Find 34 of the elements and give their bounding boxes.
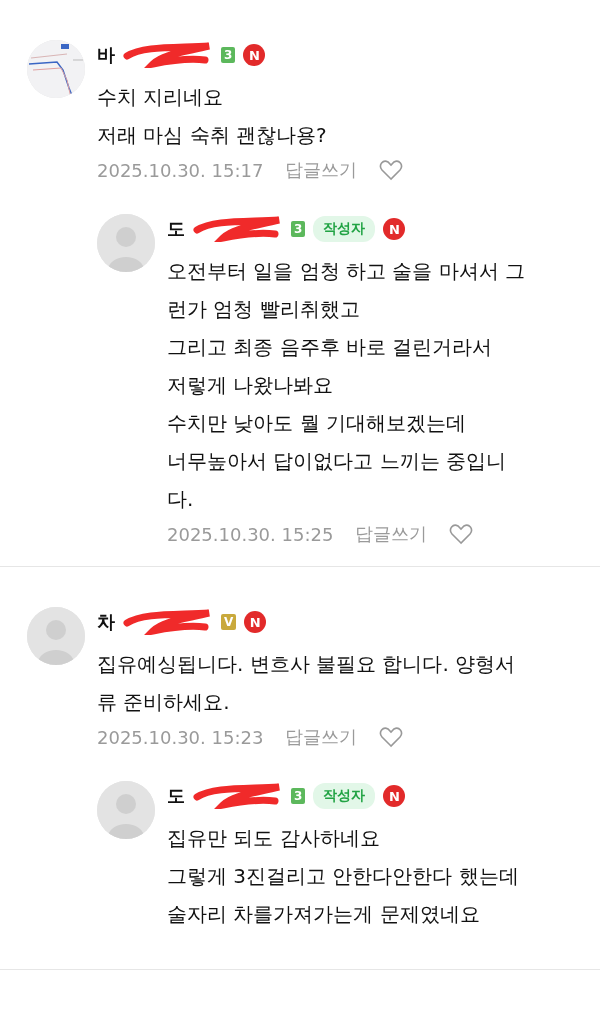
- heart-icon[interactable]: [449, 523, 474, 545]
- comment-date: 2025.10.30. 15:23: [97, 726, 264, 748]
- heart-icon[interactable]: [379, 726, 404, 748]
- comment-text: 오전부터 일을 엄청 하고 술을 마셔서 그: [167, 258, 527, 285]
- comment-text: 그리고 최종 음주후 바로 걸린거라서: [167, 334, 494, 361]
- comment-text: 술자리 차를가져가는게 문제였네요: [167, 901, 481, 928]
- user-name[interactable]: 도: [167, 217, 185, 241]
- comment-text: 수치만 낮아도 뭘 기대해보겠는데: [167, 410, 468, 437]
- author-badge: 작성자: [313, 783, 376, 809]
- user-name[interactable]: 바: [97, 43, 115, 67]
- comment-text: 집유만 되도 감사하네요: [167, 825, 381, 852]
- comment-text: 너무높아서 답이없다고 느끼는 중입니: [167, 448, 508, 475]
- level-badge: 3: [291, 788, 306, 804]
- new-badge: N: [243, 44, 266, 66]
- level-badge: 3: [291, 221, 306, 237]
- new-badge: N: [383, 785, 406, 807]
- level-badge: 3: [221, 47, 236, 63]
- new-badge: N: [383, 218, 406, 240]
- comment-text: 집유예싱됩니다. 변흐사 불필요 합니다. 양형서: [97, 651, 517, 678]
- comment-text: 그렇게 3진걸리고 안한다안한다 했는데: [167, 863, 520, 890]
- comment-text: 저래 마심 숙취 괜찮나용?: [97, 122, 328, 149]
- comment-date: 2025.10.30. 15:17: [97, 159, 264, 181]
- author-badge: 작성자: [313, 216, 376, 242]
- comment-text: 저렇게 나왔나봐요: [167, 372, 335, 399]
- comment-text: 런가 엄청 빨리취했고: [167, 296, 361, 323]
- comment-text: 수치 지리네요: [97, 84, 225, 111]
- comment-date: 2025.10.30. 15:25: [167, 523, 334, 545]
- comment-text: 류 준비하세요.: [97, 689, 231, 716]
- comment-text: 다.: [167, 486, 195, 513]
- user-name[interactable]: 차: [97, 610, 115, 634]
- new-badge: N: [244, 611, 267, 633]
- heart-icon[interactable]: [379, 159, 404, 181]
- level-badge: V: [221, 614, 237, 630]
- user-name[interactable]: 도: [167, 784, 185, 808]
